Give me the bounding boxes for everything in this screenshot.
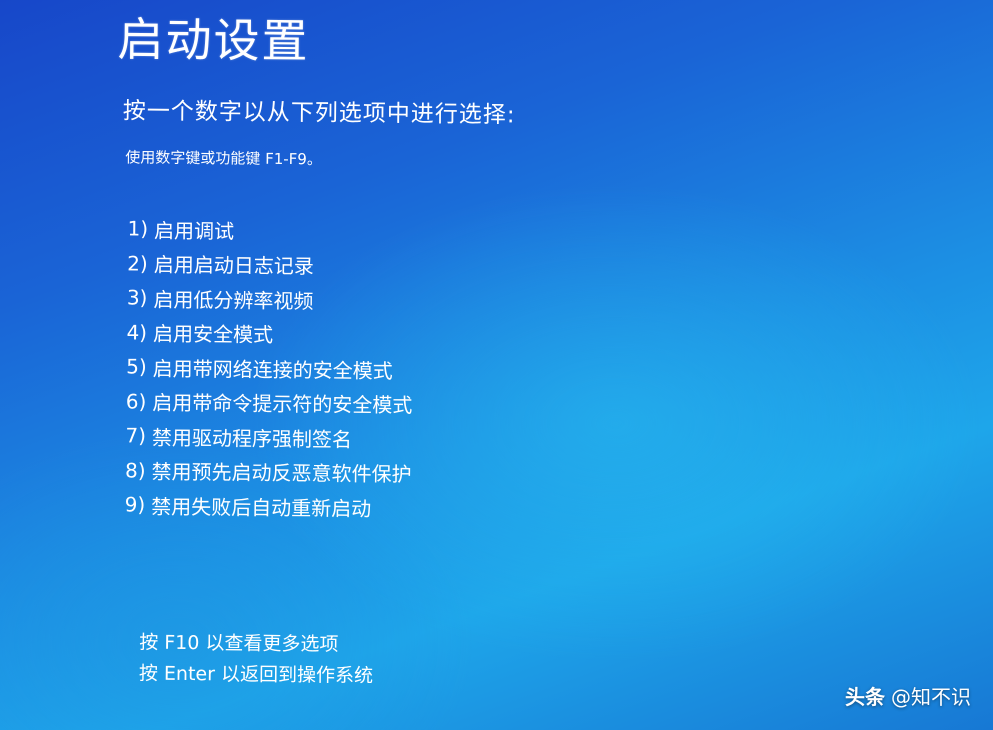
- option-safe-mode-networking[interactable]: 5) 启用带网络连接的安全模式: [126, 349, 413, 386]
- watermark-brand: 头条: [845, 685, 885, 709]
- option-number: 6): [125, 389, 147, 414]
- option-disable-early-antimalware[interactable]: 8) 禁用预先启动反恶意软件保护: [125, 453, 412, 490]
- page-title: 启动设置: [117, 12, 310, 69]
- instruction-text: 按一个数字以从下列选项中进行选择:: [122, 98, 516, 129]
- footer-hints: 按 F10 以查看更多选项 按 Enter 以返回到操作系统: [139, 627, 374, 691]
- option-enable-boot-logging[interactable]: 2) 启用启动日志记录: [127, 246, 414, 283]
- watermark-handle: @知不识: [891, 685, 971, 709]
- option-label: 禁用失败后自动重新启动: [151, 494, 372, 521]
- startup-options-list: 1) 启用调试 2) 启用启动日志记录 3) 启用低分辨率视频 4) 启用安全模…: [125, 211, 415, 524]
- option-enable-debugging[interactable]: 1) 启用调试: [127, 211, 414, 248]
- option-number: 3): [126, 285, 148, 310]
- option-number: 5): [126, 354, 147, 379]
- option-label: 启用调试: [154, 218, 235, 244]
- option-disable-auto-restart[interactable]: 9) 禁用失败后自动重新启动: [125, 487, 412, 524]
- key-hint-text: 使用数字键或功能键 F1-F9。: [125, 148, 322, 169]
- option-number: 9): [124, 492, 146, 517]
- option-label: 启用带网络连接的安全模式: [152, 356, 393, 383]
- option-number: 8): [124, 458, 146, 483]
- option-number: 1): [127, 216, 149, 241]
- startup-settings-screen: 启动设置 按一个数字以从下列选项中进行选择: 使用数字键或功能键 F1-F9。 …: [0, 0, 993, 730]
- return-to-os-hint[interactable]: 按 Enter 以返回到操作系统: [139, 658, 373, 691]
- option-number: 2): [127, 251, 148, 276]
- option-safe-mode-command-prompt[interactable]: 6) 启用带命令提示符的安全模式: [126, 384, 413, 421]
- more-options-hint[interactable]: 按 F10 以查看更多选项: [139, 627, 373, 660]
- option-enable-low-resolution-video[interactable]: 3) 启用低分辨率视频: [127, 280, 414, 317]
- option-label: 启用启动日志记录: [153, 252, 314, 279]
- option-number: 7): [125, 423, 147, 448]
- option-enable-safe-mode[interactable]: 4) 启用安全模式: [126, 315, 413, 352]
- option-label: 启用低分辨率视频: [153, 287, 314, 314]
- watermark: 头条 @知不识: [845, 681, 971, 710]
- option-label: 启用安全模式: [152, 321, 274, 348]
- option-disable-driver-signature[interactable]: 7) 禁用驱动程序强制签名: [125, 418, 412, 455]
- option-label: 禁用驱动程序强制签名: [151, 425, 353, 452]
- option-label: 启用带命令提示符的安全模式: [152, 390, 413, 418]
- option-label: 禁用预先启动反恶意软件保护: [151, 459, 412, 487]
- option-number: 4): [126, 320, 148, 345]
